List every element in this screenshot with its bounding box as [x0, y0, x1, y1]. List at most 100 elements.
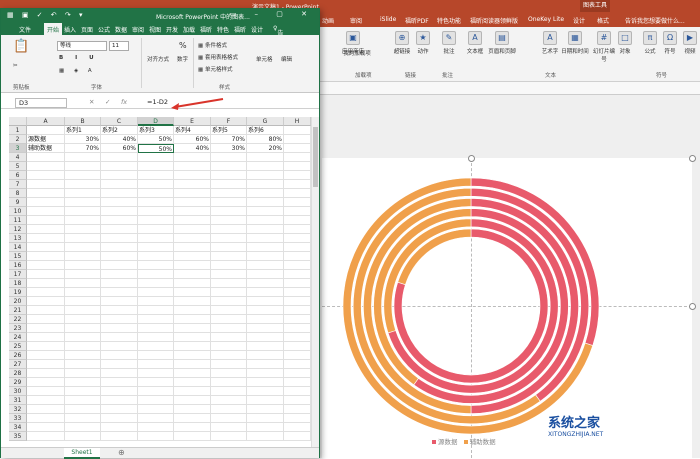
table-cell[interactable]: 30% — [65, 135, 101, 144]
table-cell[interactable] — [27, 288, 65, 297]
resize-handle[interactable] — [689, 155, 696, 162]
table-cell[interactable] — [65, 306, 101, 315]
table-cell[interactable] — [27, 153, 65, 162]
row-header[interactable]: 18 — [9, 279, 27, 288]
table-cell[interactable] — [247, 432, 284, 441]
table-cell[interactable] — [101, 198, 138, 207]
table-cell[interactable] — [284, 369, 311, 378]
table-cell[interactable] — [101, 252, 138, 261]
table-cell[interactable] — [284, 234, 311, 243]
table-cell[interactable] — [101, 414, 138, 423]
table-cell[interactable] — [101, 360, 138, 369]
table-cell[interactable] — [284, 396, 311, 405]
number-button[interactable]: 数字 — [177, 55, 188, 63]
row-header[interactable]: 11 — [9, 216, 27, 225]
table-cell[interactable] — [174, 414, 211, 423]
table-cell[interactable] — [138, 306, 174, 315]
table-cell[interactable] — [174, 396, 211, 405]
table-cell[interactable] — [174, 216, 211, 225]
table-cell[interactable] — [284, 225, 311, 234]
table-cell[interactable] — [65, 225, 101, 234]
table-cell[interactable] — [247, 162, 284, 171]
my-addins-button[interactable]: 我的加载项 — [338, 49, 376, 57]
percent-button[interactable]: % — [179, 41, 187, 50]
tab-developer[interactable]: 开发 — [166, 25, 178, 34]
tab-formulas[interactable]: 公式 — [98, 25, 110, 34]
table-cell[interactable] — [247, 243, 284, 252]
table-cell[interactable] — [138, 162, 174, 171]
table-cell[interactable] — [247, 279, 284, 288]
table-cell[interactable] — [247, 369, 284, 378]
table-cell[interactable] — [101, 261, 138, 270]
ppt-tab[interactable]: OneKey Lite — [528, 16, 564, 23]
bold-italic-underline[interactable]: B I U — [59, 55, 99, 61]
table-cell[interactable] — [284, 126, 311, 135]
table-cell[interactable]: 80% — [247, 135, 284, 144]
table-cell[interactable] — [247, 396, 284, 405]
row-header[interactable]: 29 — [9, 378, 27, 387]
table-cell[interactable] — [27, 252, 65, 261]
table-cell[interactable] — [65, 279, 101, 288]
table-cell[interactable] — [65, 234, 101, 243]
table-cell[interactable] — [138, 216, 174, 225]
formula-input[interactable]: =1-D2 — [147, 98, 168, 106]
table-cell[interactable]: 40% — [174, 144, 211, 153]
table-cell[interactable] — [211, 234, 247, 243]
row-header[interactable]: 8 — [9, 189, 27, 198]
table-cell[interactable] — [284, 378, 311, 387]
table-cell[interactable] — [211, 315, 247, 324]
table-cell[interactable] — [247, 216, 284, 225]
border-fill-color[interactable]: ▦ ◈ A — [59, 68, 96, 74]
table-cell[interactable] — [211, 225, 247, 234]
quick-access-toolbar[interactable]: ▦ ▣ ✓ ↶ ↷ ▾ — [7, 11, 85, 19]
table-cell[interactable] — [247, 153, 284, 162]
table-cell[interactable] — [174, 270, 211, 279]
table-cell[interactable] — [65, 243, 101, 252]
table-cell[interactable] — [284, 135, 311, 144]
table-cell[interactable] — [101, 396, 138, 405]
table-cell[interactable] — [211, 279, 247, 288]
table-cell[interactable] — [65, 360, 101, 369]
vertical-scrollbar[interactable] — [311, 117, 319, 447]
table-cell[interactable]: 系列3 — [138, 126, 174, 135]
table-cell[interactable] — [27, 126, 65, 135]
table-cell[interactable] — [65, 369, 101, 378]
table-cell[interactable] — [284, 171, 311, 180]
row-header[interactable]: 30 — [9, 387, 27, 396]
table-cell[interactable] — [174, 432, 211, 441]
table-cell[interactable] — [27, 333, 65, 342]
table-cell[interactable] — [138, 297, 174, 306]
table-cell[interactable] — [174, 342, 211, 351]
table-cell[interactable] — [65, 342, 101, 351]
table-cell[interactable] — [27, 369, 65, 378]
row-header[interactable]: 15 — [9, 252, 27, 261]
table-cell[interactable]: 辅助数据 — [27, 144, 65, 153]
table-cell[interactable] — [247, 342, 284, 351]
row-header[interactable]: 17 — [9, 270, 27, 279]
table-cell[interactable] — [65, 180, 101, 189]
ppt-tab-format[interactable]: 格式 — [597, 16, 609, 25]
table-cell[interactable] — [101, 387, 138, 396]
table-cell[interactable]: 70% — [65, 144, 101, 153]
table-cell[interactable] — [174, 405, 211, 414]
table-cell[interactable] — [101, 405, 138, 414]
table-cell[interactable]: 源数据 — [27, 135, 65, 144]
table-cell[interactable] — [101, 432, 138, 441]
table-cell[interactable] — [27, 387, 65, 396]
table-cell[interactable] — [138, 207, 174, 216]
table-cell[interactable] — [174, 171, 211, 180]
object-button[interactable]: □ 对象 — [617, 31, 633, 55]
table-cell[interactable] — [27, 189, 65, 198]
table-cell[interactable] — [65, 216, 101, 225]
table-cell[interactable] — [101, 324, 138, 333]
table-cell[interactable] — [65, 432, 101, 441]
table-cell[interactable]: 20% — [247, 144, 284, 153]
table-cell[interactable] — [211, 270, 247, 279]
table-cell[interactable] — [174, 207, 211, 216]
table-cell[interactable] — [174, 261, 211, 270]
table-cell[interactable] — [284, 198, 311, 207]
table-cell[interactable] — [101, 351, 138, 360]
table-cell[interactable] — [247, 207, 284, 216]
table-cell[interactable] — [101, 171, 138, 180]
row-header[interactable]: 12 — [9, 225, 27, 234]
